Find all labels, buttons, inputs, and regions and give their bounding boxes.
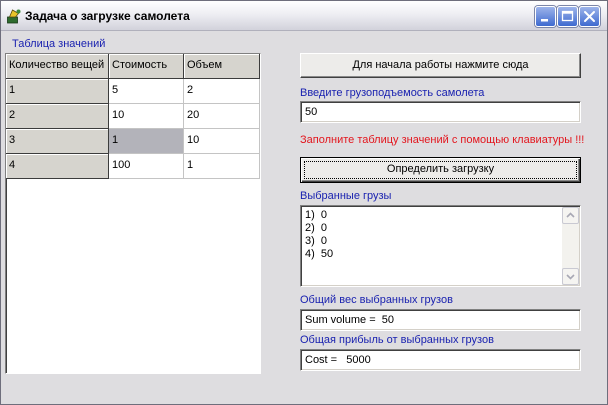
table-cell-volume[interactable]: 20: [184, 104, 260, 129]
title-bar[interactable]: Задача о загрузке самолета: [1, 1, 607, 31]
table-cell-cost[interactable]: 1: [109, 129, 184, 154]
table-row: 2 10 20: [6, 104, 260, 129]
column-header-cost[interactable]: Стоимость: [109, 54, 184, 79]
table-row: 4 100 1: [6, 154, 260, 179]
app-window: Задача о загрузке самолета Таблица значе…: [0, 0, 608, 405]
start-button[interactable]: Для начала работы нажмите сюда: [300, 53, 581, 78]
column-header-volume[interactable]: Объем: [184, 54, 260, 79]
total-weight-field[interactable]: [300, 309, 581, 331]
table-cell-volume[interactable]: 10: [184, 129, 260, 154]
compute-load-button[interactable]: Определить загрузку: [300, 157, 581, 183]
minimize-button[interactable]: [535, 6, 556, 27]
list-item: 1) 0: [305, 209, 328, 221]
memo-scroll-up-button[interactable]: [562, 207, 579, 224]
application-icon[interactable]: [6, 8, 22, 24]
table-cell-cost[interactable]: 10: [109, 104, 184, 129]
selected-cargo-list: 1) 0 2) 0 3) 0 4) 50: [305, 209, 333, 261]
selected-cargo-memo[interactable]: 1) 0 2) 0 3) 0 4) 50: [300, 205, 581, 287]
table-row: 1 5 2: [6, 79, 260, 104]
memo-scroll-down-button[interactable]: [562, 268, 579, 285]
table-cell-volume[interactable]: 2: [184, 79, 260, 104]
warning-text: Заполните таблицу значений с помощью кла…: [300, 134, 585, 146]
table-row: 3 1 10: [6, 129, 260, 154]
list-item: 4) 50: [305, 248, 334, 260]
table-caption: Таблица значений: [12, 38, 106, 50]
compute-load-button-label: Определить загрузку: [386, 163, 495, 175]
scroll-down-icon: [566, 274, 575, 280]
row-number-cell[interactable]: 1: [6, 79, 109, 104]
window-title: Задача о загрузке самолета: [25, 9, 190, 23]
close-button[interactable]: [579, 6, 600, 27]
table-cell-cost[interactable]: 5: [109, 79, 184, 104]
memo-scrollbar[interactable]: [562, 207, 579, 285]
list-item: 3) 0: [305, 235, 328, 247]
total-profit-label: Общая прибыль от выбранных грузов: [300, 334, 494, 346]
row-number-cell[interactable]: 3: [6, 129, 109, 154]
table-cell-cost[interactable]: 100: [109, 154, 184, 179]
capacity-input[interactable]: [300, 101, 581, 123]
minimize-icon: [541, 19, 548, 22]
maximize-icon: [561, 10, 574, 22]
total-profit-field[interactable]: [300, 349, 581, 371]
capacity-label: Введите грузоподъемость самолета: [300, 87, 485, 99]
total-weight-label: Общий вес выбранных грузов: [300, 294, 453, 306]
maximize-button[interactable]: [557, 6, 578, 27]
values-grid[interactable]: Количество вещей Стоимость Объем 1 5 2 2…: [5, 53, 261, 374]
column-header-count[interactable]: Количество вещей: [6, 54, 109, 79]
table-cell-volume[interactable]: 1: [184, 154, 260, 179]
start-button-label: Для начала работы нажмите сюда: [352, 59, 529, 71]
row-number-cell[interactable]: 2: [6, 104, 109, 129]
list-item: 2) 0: [305, 222, 328, 234]
close-icon: [584, 11, 595, 22]
scroll-up-icon: [566, 212, 575, 218]
row-number-cell[interactable]: 4: [6, 154, 109, 179]
table-header-row: Количество вещей Стоимость Объем: [6, 54, 260, 79]
selected-cargo-label: Выбранные грузы: [300, 190, 392, 202]
